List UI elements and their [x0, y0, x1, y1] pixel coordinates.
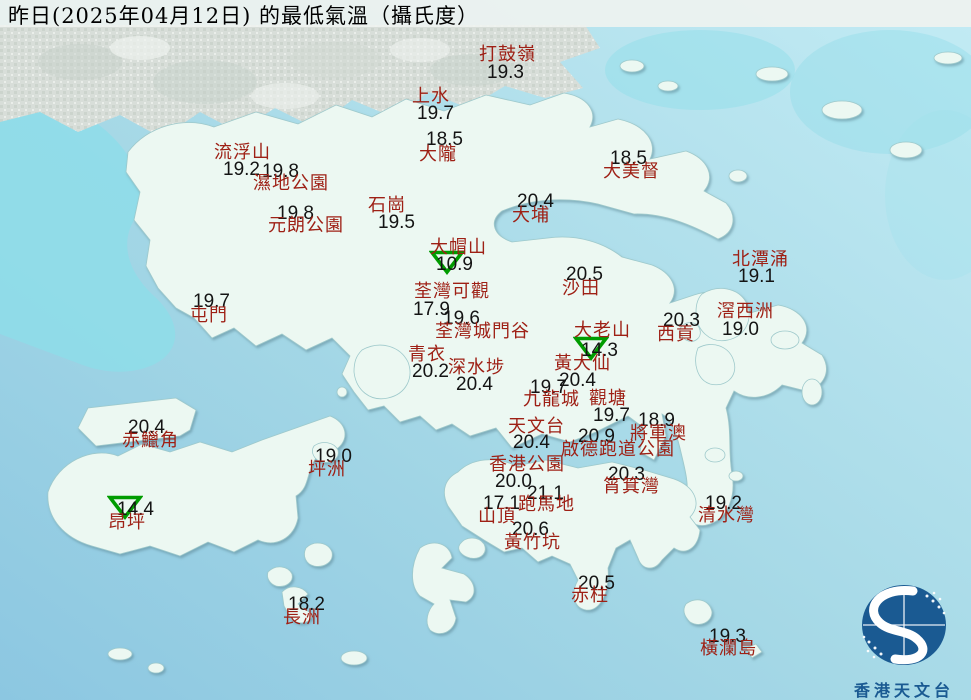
- station-name-label: 屯門: [190, 305, 228, 326]
- station-name-label: 深水埗: [448, 357, 505, 378]
- station-name-label: 上水: [412, 86, 450, 107]
- stations-layer: 19.3 打鼓嶺 19.7 上水 18.5 大隴 18.5 大美督 19.2 流浮山 19.8 濕地公…: [0, 0, 971, 700]
- station-name-label: 坪洲: [308, 459, 346, 480]
- station-name-label: 觀塘: [589, 388, 627, 409]
- station-name-label: 山頂: [478, 506, 516, 527]
- station-name-label: 赤柱: [571, 585, 609, 606]
- station-name-label: 筲箕灣: [603, 476, 660, 497]
- station-name-label: 滘西洲: [717, 301, 774, 322]
- station-temp-value: 19.0: [722, 319, 759, 340]
- station-name-label: 大隴: [419, 144, 457, 165]
- station-name-label: 天文台: [508, 416, 565, 437]
- station-name-label: 打鼓嶺: [479, 44, 536, 65]
- station-name-label: 北潭涌: [732, 249, 789, 270]
- min-temperature-map: 昨日(2025年04月12日) 的最低氣溫（攝氏度） 19.3 打鼓嶺 19.7 上水…: [0, 0, 971, 700]
- station-name-label: 跑馬地: [518, 494, 575, 515]
- hko-logo: 香港天文台 HONG KONG OBSERVATORY: [836, 580, 971, 700]
- station-name-label: 元朗公園: [268, 215, 344, 236]
- station-name-label: 清水灣: [698, 505, 755, 526]
- station-name-label: 流浮山: [214, 142, 271, 163]
- station-name-label: 大埔: [512, 205, 550, 226]
- station-name-label: 濕地公園: [253, 173, 329, 194]
- station-name-label: 西貢: [657, 324, 695, 345]
- station-name-label: 荃灣可觀: [414, 281, 490, 302]
- station-name-label: 啟德跑道公園: [561, 439, 675, 460]
- station-name-label: 大老山: [574, 320, 631, 341]
- hko-logo-icon: [862, 585, 946, 665]
- station-name-label: 黃大仙: [554, 353, 611, 374]
- station-temp-value: 19.3: [487, 62, 524, 83]
- station-name-label: 昂坪: [108, 512, 146, 533]
- station-name-label: 橫瀾島: [700, 638, 757, 659]
- station-name-label: 荃灣城門谷: [435, 321, 530, 342]
- station-name-label: 石崗: [368, 195, 406, 216]
- station-name-label: 大美督: [603, 161, 660, 182]
- hko-logo-name-zh: 香港天文台: [853, 683, 954, 700]
- station-name-label: 大帽山: [430, 237, 487, 258]
- station-name-label: 青衣: [408, 344, 446, 365]
- station-name-label: 香港公園: [489, 454, 565, 475]
- station-name-label: 長洲: [283, 607, 321, 628]
- station-name-label: 黃竹坑: [504, 532, 561, 553]
- station-name-label: 沙田: [562, 278, 600, 299]
- station-name-label: 赤鱲角: [122, 430, 179, 451]
- station-name-label: 九龍城: [523, 389, 580, 410]
